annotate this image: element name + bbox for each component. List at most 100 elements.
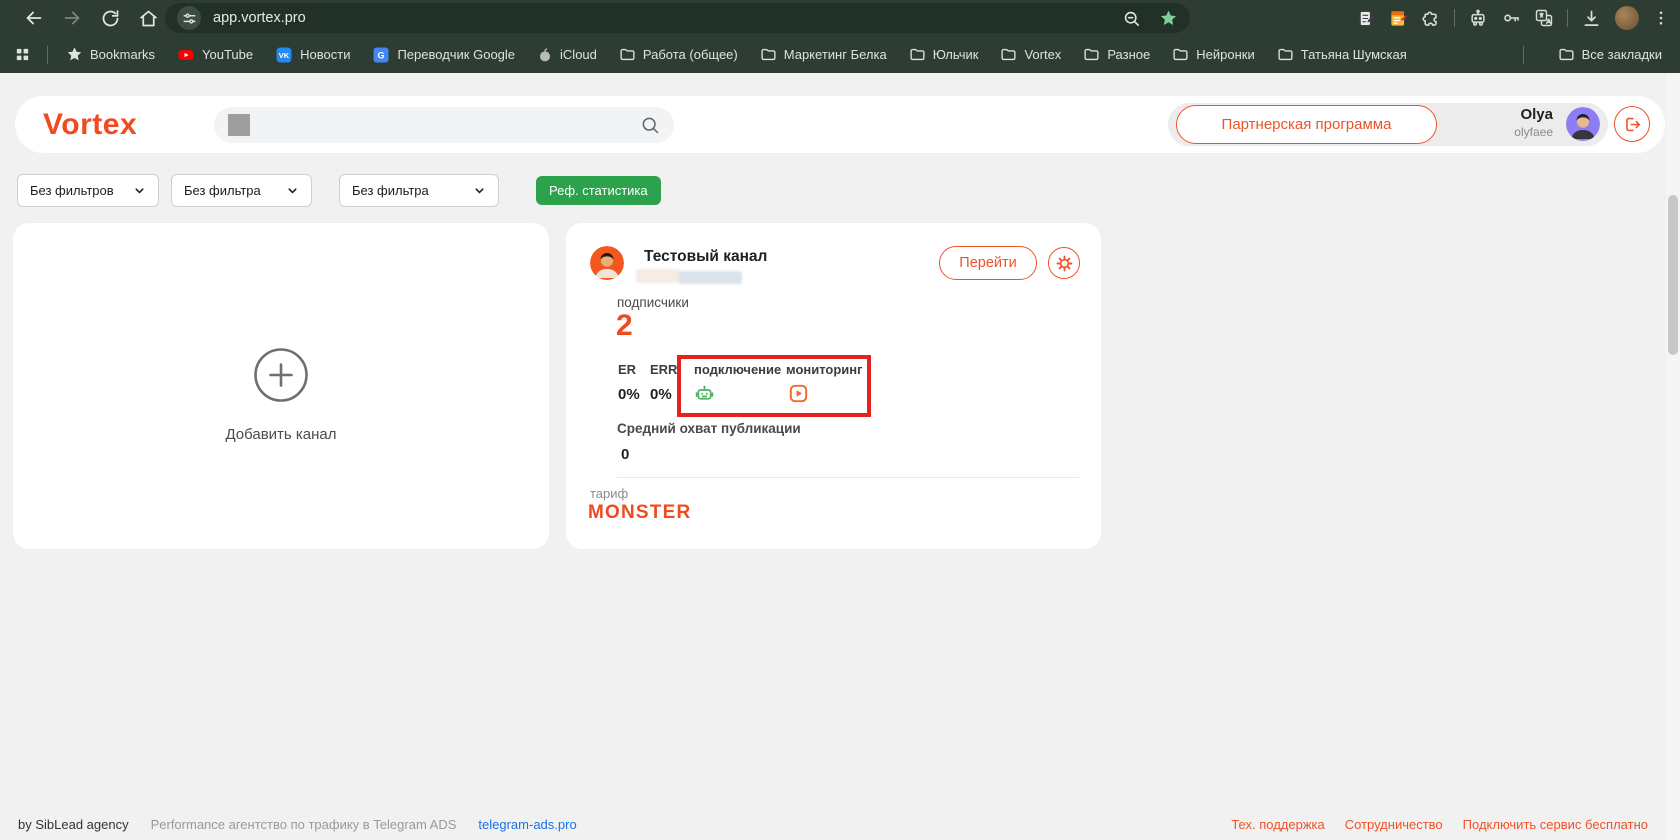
plus-circle-icon: [253, 347, 309, 403]
tune-icon[interactable]: [177, 6, 201, 30]
translate-extension-icon[interactable]: [1534, 8, 1554, 28]
channel-avatar: [590, 246, 624, 280]
redacted-search-text: [228, 114, 250, 136]
logout-button[interactable]: [1614, 106, 1650, 142]
bookmark-label: Переводчик Google: [397, 47, 515, 62]
all-bookmarks-label: Все закладки: [1582, 47, 1662, 62]
bookmark-folder[interactable]: Юльчик: [909, 46, 979, 63]
partner-program-button[interactable]: Партнерская программа: [1176, 105, 1437, 144]
footer-cooperation-link[interactable]: Сотрудничество: [1345, 817, 1443, 832]
add-channel-card[interactable]: Добавить канал: [13, 223, 549, 549]
folder-icon: [909, 46, 926, 63]
chevron-down-icon: [286, 184, 299, 197]
forward-icon[interactable]: [60, 6, 84, 30]
bookmarks-bar: Bookmarks YouTube VK Новости G Переводчи…: [0, 36, 1680, 73]
translate-icon: G: [372, 46, 390, 64]
channel-settings-button[interactable]: [1048, 247, 1080, 279]
tariff-label: тариф: [590, 486, 628, 501]
app-header: Vortex Партнерская программа Olya olyfae…: [15, 96, 1665, 153]
browser-toolbar: app.vortex.pro: [0, 0, 1680, 36]
er-value: 0%: [618, 386, 640, 403]
bookmark-item[interactable]: iCloud: [537, 47, 597, 63]
zoom-icon[interactable]: [1122, 9, 1141, 28]
subscribers-value: 2: [616, 309, 634, 343]
stat-header-err: ERR: [650, 362, 677, 377]
redacted-channel-info: [678, 271, 742, 284]
scrollbar-thumb[interactable]: [1668, 195, 1678, 355]
bookmark-folder[interactable]: Разное: [1083, 46, 1150, 63]
address-bar[interactable]: app.vortex.pro: [165, 3, 1190, 33]
all-bookmarks[interactable]: Все закладки: [1558, 46, 1662, 63]
bookmark-label: YouTube: [202, 47, 253, 62]
chevron-down-icon: [473, 184, 486, 197]
gear-icon: [1055, 254, 1074, 273]
avg-reach-value: 0: [621, 446, 629, 463]
notes-extension-icon[interactable]: [1357, 9, 1376, 28]
bookmark-label: Vortex: [1024, 47, 1061, 62]
tariff-value: MONSTER: [588, 502, 691, 524]
bookmark-folder[interactable]: Vortex: [1000, 46, 1061, 63]
bookmark-label: Работа (общее): [643, 47, 738, 62]
scrollbar-track[interactable]: [1666, 73, 1680, 840]
go-to-channel-button[interactable]: Перейти: [939, 246, 1037, 280]
browser-profile-avatar[interactable]: [1615, 6, 1639, 30]
page-content: Vortex Партнерская программа Olya olyfae…: [0, 73, 1680, 840]
youtube-icon: [177, 46, 195, 64]
bookmark-folder[interactable]: Нейронки: [1172, 46, 1254, 63]
bookmark-item[interactable]: Bookmarks: [66, 46, 155, 63]
back-icon[interactable]: [22, 6, 46, 30]
bookmark-label: Татьяна Шумская: [1301, 47, 1407, 62]
svg-text:VK: VK: [279, 51, 290, 60]
downloads-icon[interactable]: [1581, 8, 1602, 29]
add-channel-label: Добавить канал: [13, 426, 549, 443]
search-input[interactable]: [214, 107, 674, 143]
extensions-icon[interactable]: [1421, 8, 1441, 28]
redacted-channel-info: [636, 269, 680, 283]
apple-icon: [537, 47, 553, 63]
filter-select-1[interactable]: Без фильтров: [17, 174, 159, 207]
url-text[interactable]: app.vortex.pro: [213, 10, 306, 26]
user-avatar[interactable]: [1566, 107, 1600, 141]
err-value: 0%: [650, 386, 672, 403]
bookmark-label: iCloud: [560, 47, 597, 62]
bot-extension-icon[interactable]: [1468, 8, 1488, 28]
folder-icon: [619, 46, 636, 63]
search-icon: [640, 115, 660, 135]
avg-reach-label: Средний охват публикации: [617, 421, 801, 436]
footer-agency: by SibLead agency: [18, 817, 129, 832]
bookmark-folder[interactable]: Работа (общее): [619, 46, 738, 63]
bookmark-item[interactable]: G Переводчик Google: [372, 46, 515, 64]
star-icon: [66, 46, 83, 63]
filter-select-2[interactable]: Без фильтра: [171, 174, 312, 207]
bookmark-folder[interactable]: Татьяна Шумская: [1277, 46, 1407, 63]
apps-grid-icon[interactable]: [14, 46, 31, 63]
home-icon[interactable]: [136, 6, 160, 30]
tasks-extension-icon[interactable]: [1389, 9, 1408, 28]
browser-menu-icon[interactable]: [1652, 9, 1670, 27]
bookmark-star-icon[interactable]: [1159, 9, 1178, 28]
footer-connect-link[interactable]: Подключить сервис бесплатно: [1463, 817, 1648, 832]
channel-title: Тестовый канал: [644, 248, 767, 266]
password-manager-icon[interactable]: [1501, 8, 1521, 28]
ref-stats-button[interactable]: Реф. статистика: [536, 176, 661, 205]
bookmark-item[interactable]: VK Новости: [275, 46, 350, 64]
folder-icon: [1172, 46, 1189, 63]
divider: [617, 477, 1079, 478]
bookmark-folder[interactable]: Маркетинг Белка: [760, 46, 887, 63]
user-info: Olya olyfaee: [1453, 105, 1553, 144]
page-footer: by SibLead agency Performance агентство …: [0, 809, 1680, 840]
footer-link[interactable]: telegram-ads.pro: [478, 817, 576, 832]
user-username: olyfaee: [1453, 125, 1553, 140]
browser-window: app.vortex.pro: [0, 0, 1680, 840]
bookmark-label: Юльчик: [933, 47, 979, 62]
subscribers-label: подписчики: [617, 295, 689, 310]
chevron-down-icon: [133, 184, 146, 197]
bookmark-item[interactable]: YouTube: [177, 46, 253, 64]
folder-icon: [1277, 46, 1294, 63]
vortex-logo[interactable]: Vortex: [43, 108, 137, 142]
bookmark-label: Bookmarks: [90, 47, 155, 62]
footer-support-link[interactable]: Тех. поддержка: [1231, 817, 1324, 832]
folder-icon: [1083, 46, 1100, 63]
reload-icon[interactable]: [98, 6, 122, 30]
filter-select-3[interactable]: Без фильтра: [339, 174, 499, 207]
